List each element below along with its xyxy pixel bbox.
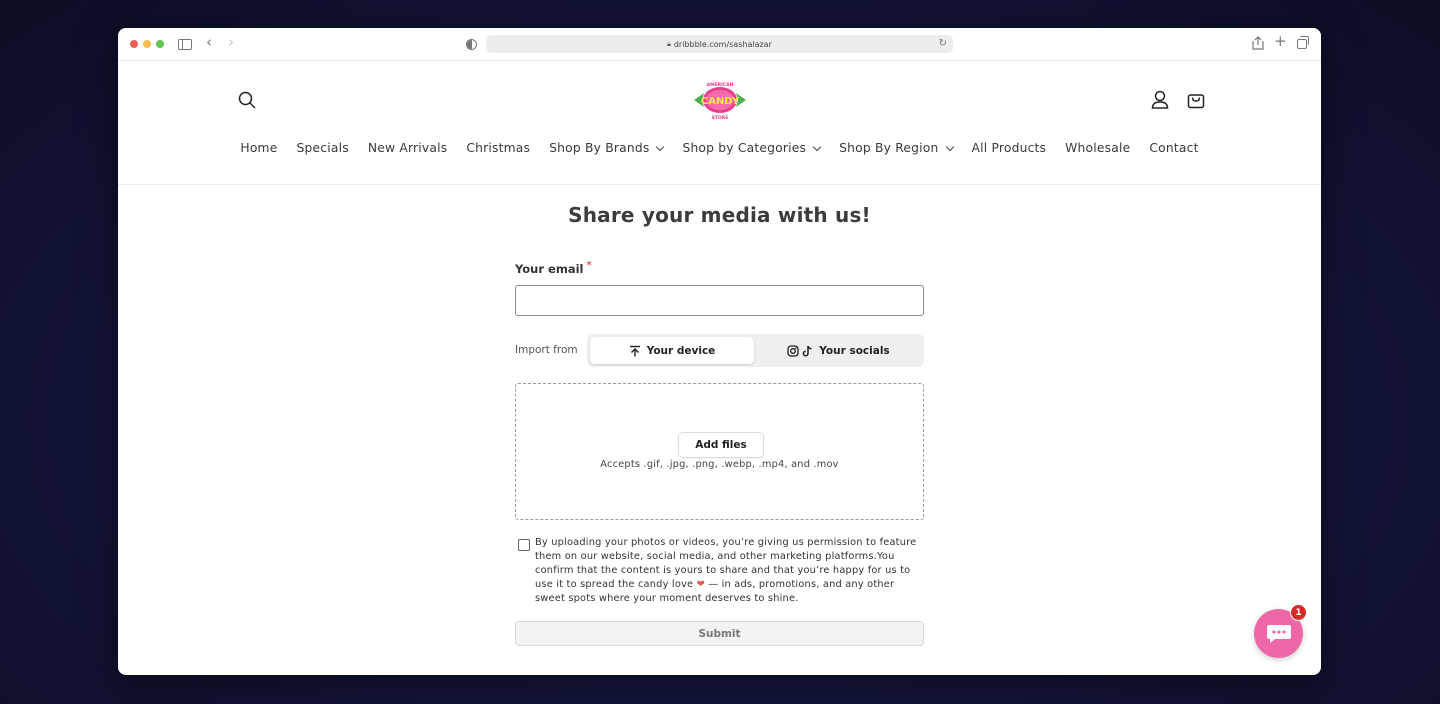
- back-icon[interactable]: ‹: [206, 34, 212, 50]
- heart-icon: ❤: [696, 579, 705, 590]
- accepted-formats-text: Accepts .gif, .jpg, .png, .webp, .mp4, a…: [600, 459, 839, 470]
- chat-icon: [1266, 624, 1291, 643]
- tab-your-device-label: Your device: [646, 344, 716, 357]
- nav-item-wholesale[interactable]: Wholesale: [1065, 141, 1130, 155]
- nav-item-contact[interactable]: Contact: [1149, 141, 1198, 155]
- import-from-label: Import from: [515, 344, 578, 356]
- nav-item-label: Shop By Brands: [549, 141, 650, 155]
- share-icon[interactable]: [1252, 36, 1264, 55]
- logo-bottom-text: STORE: [712, 115, 729, 121]
- new-tab-icon[interactable]: +: [1274, 33, 1287, 49]
- tab-your-socials-label: Your socials: [819, 344, 890, 357]
- nav-item-all-products[interactable]: All Products: [972, 141, 1047, 155]
- nav-item-shop-by-brands[interactable]: Shop By Brands: [549, 141, 665, 155]
- tab-your-device[interactable]: Your device: [590, 337, 754, 364]
- page-title: Share your media with us!: [568, 203, 871, 227]
- logo-word: CANDY: [701, 96, 740, 107]
- nav-item-christmas[interactable]: Christmas: [466, 141, 530, 155]
- file-dropzone[interactable]: Add files Accepts .gif, .jpg, .png, .web…: [515, 383, 924, 520]
- nav-item-label: All Products: [971, 141, 1047, 155]
- close-window-button[interactable]: [130, 40, 138, 48]
- consent-text: By uploading your photos or videos, you’…: [535, 536, 927, 606]
- nav-item-specials[interactable]: Specials: [297, 141, 349, 155]
- nav-item-shop-by-region[interactable]: Shop By Region: [839, 141, 954, 155]
- url-text: dribbble.com/sashalazar: [673, 39, 772, 49]
- nav-item-label: Christmas: [466, 141, 531, 155]
- email-label-text: Your email: [515, 262, 584, 276]
- reload-icon[interactable]: ↻: [939, 38, 947, 49]
- nav-item-label: Shop By Region: [839, 141, 939, 155]
- browser-toolbar: ‹ › 🔒︎ dribbble.com/sashalazar ↻ +: [118, 28, 1321, 61]
- email-input[interactable]: [515, 285, 924, 316]
- nav-item-label: New Arrivals: [367, 141, 448, 155]
- nav-item-home[interactable]: Home: [240, 141, 277, 155]
- search-icon[interactable]: [238, 91, 256, 109]
- zoom-window-button[interactable]: [156, 40, 164, 48]
- site-header: CANDY AMERICAN STORE Home Specials New Arr…: [118, 61, 1321, 185]
- lock-icon: 🔒︎: [667, 39, 671, 48]
- nav-item-label: Contact: [1149, 141, 1199, 155]
- tab-overview-icon[interactable]: [1297, 36, 1309, 49]
- chevron-down-icon: [812, 142, 822, 151]
- chat-unread-badge: 1: [1290, 604, 1307, 621]
- nav-item-label: Home: [240, 141, 278, 155]
- consent-checkbox[interactable]: [518, 539, 530, 551]
- nav-item-label: Shop by Categories: [682, 141, 807, 155]
- add-files-button[interactable]: Add files: [678, 432, 764, 458]
- chevron-down-icon: [945, 142, 954, 151]
- import-source-toggle: Your device Your socials: [587, 334, 924, 367]
- chevron-down-icon: [656, 142, 665, 151]
- nav-item-label: Wholesale: [1065, 141, 1131, 155]
- nav-item-label: Specials: [296, 141, 349, 155]
- email-label: Your email *: [515, 260, 592, 276]
- main-navigation: Home Specials New Arrivals Christmas Shop By…: [118, 141, 1321, 155]
- store-logo[interactable]: CANDY AMERICAN STORE: [692, 79, 748, 121]
- upload-icon: [629, 345, 640, 356]
- forward-icon[interactable]: ›: [228, 34, 234, 50]
- address-bar[interactable]: 🔒︎ dribbble.com/sashalazar ↻: [486, 35, 953, 53]
- nav-item-new-arrivals[interactable]: New Arrivals: [368, 141, 448, 155]
- instagram-icon: [787, 344, 799, 357]
- minimize-window-button[interactable]: [143, 40, 151, 48]
- cart-icon[interactable]: [1187, 90, 1205, 109]
- account-icon[interactable]: [1151, 90, 1169, 110]
- tiktok-icon: [802, 345, 812, 357]
- privacy-shield-icon[interactable]: [466, 39, 477, 50]
- required-mark: *: [586, 260, 592, 271]
- browser-window: ‹ › 🔒︎ dribbble.com/sashalazar ↻ + CANDY…: [118, 28, 1321, 675]
- tab-your-socials[interactable]: Your socials: [756, 337, 921, 364]
- logo-top-text: AMERICAN: [707, 82, 734, 88]
- sidebar-icon[interactable]: [178, 39, 192, 50]
- submit-button[interactable]: Submit: [515, 621, 924, 646]
- nav-item-shop-by-categories[interactable]: Shop by Categories: [682, 141, 822, 155]
